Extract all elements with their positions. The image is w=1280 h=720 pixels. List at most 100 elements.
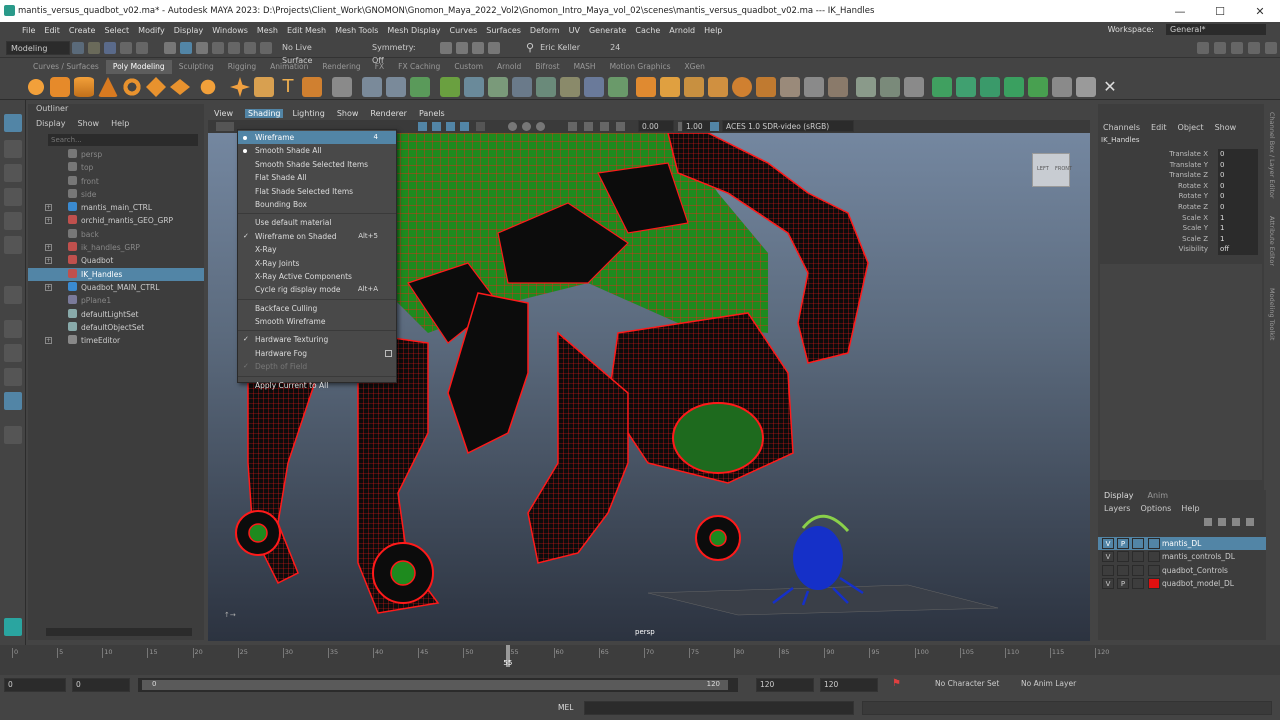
viewport-menu-lighting[interactable]: Lighting [292, 109, 324, 118]
shelf-tab-arnold[interactable]: Arnold [490, 60, 528, 74]
poly-cylinder-icon[interactable] [74, 77, 94, 97]
layer-playback-toggle[interactable]: P [1117, 578, 1129, 590]
exposure-icon[interactable] [616, 122, 625, 131]
channel-attribute-name[interactable]: Translate Z [1169, 170, 1208, 181]
character-set-dropdown[interactable]: No Character Set [932, 678, 1012, 692]
channel-attribute-value[interactable]: off [1218, 244, 1258, 255]
range-slider-handle[interactable]: 0 120 [142, 680, 728, 690]
move-layer-down-icon[interactable] [1218, 518, 1226, 526]
shelf-tab-rigging[interactable]: Rigging [221, 60, 263, 74]
poly-torus-icon[interactable] [122, 77, 142, 97]
channel-box-icon[interactable] [1265, 41, 1277, 54]
shelf-tab-custom[interactable]: Custom [447, 60, 490, 74]
shading-menu-item[interactable]: Use default material [238, 216, 396, 229]
mirror-icon[interactable] [636, 77, 656, 97]
menu-mesh-display[interactable]: Mesh Display [387, 26, 440, 35]
menu-file[interactable]: File [22, 26, 35, 35]
view-cube-left[interactable]: LEFT [1037, 166, 1049, 172]
channel-attribute-name[interactable]: Scale X [1182, 213, 1208, 224]
shading-menu-item[interactable]: Smooth Shade Selected Items [238, 158, 396, 171]
layer-type-toggle[interactable] [1132, 564, 1144, 576]
cut-uv-icon[interactable] [828, 77, 848, 97]
menu-arnold[interactable]: Arnold [669, 26, 695, 35]
menu-help[interactable]: Help [704, 26, 722, 35]
crease-tool-icon[interactable]: ✕ [1100, 77, 1120, 97]
delete-history-icon[interactable] [932, 77, 952, 97]
workspace-selector[interactable]: Workspace: General* [1108, 24, 1266, 35]
shelf-tab-fx[interactable]: FX [368, 60, 391, 74]
expand-icon[interactable]: + [45, 244, 52, 252]
channel-attribute-value[interactable]: 0 [1218, 170, 1258, 181]
poly-sphere-icon[interactable] [26, 77, 46, 97]
display-layer-row[interactable]: V Pquadbot_model_DL [1098, 577, 1266, 590]
menu-generate[interactable]: Generate [589, 26, 626, 35]
workspace-value[interactable]: General* [1166, 24, 1266, 35]
shelf-tab-curves[interactable]: Curves / Surfaces [26, 60, 106, 74]
shading-menu-item[interactable]: X-Ray Active Components [238, 270, 396, 283]
channel-attribute[interactable]: Translate Z 0 [1098, 170, 1264, 181]
symmetry-dropdown[interactable]: Symmetry: Off [368, 40, 430, 65]
rotate-tool-icon[interactable] [4, 212, 22, 230]
outliner-item[interactable]: + ik_handles_GRP [28, 241, 204, 254]
combine-icon[interactable] [332, 77, 352, 97]
shelf-tab-xgen[interactable]: XGen [678, 60, 712, 74]
show-manipulator-icon[interactable] [4, 286, 22, 304]
layer-type-toggle[interactable] [1132, 578, 1144, 590]
layer-playback-toggle[interactable]: P [1117, 538, 1129, 549]
use-lights-icon[interactable] [460, 122, 469, 131]
xray-joints-icon[interactable] [600, 122, 609, 131]
undo-icon[interactable] [120, 41, 132, 54]
channel-attribute[interactable]: Translate Y 0 [1098, 159, 1264, 171]
poly-text-icon[interactable]: T [278, 77, 298, 97]
outliner-item[interactable]: IK_Handles [28, 267, 204, 281]
channelbox-menu-object[interactable]: Object [1178, 123, 1204, 132]
scene-end-field[interactable]: 120 [820, 678, 878, 692]
channel-attribute-value[interactable]: 1 [1218, 212, 1258, 224]
spherical-map-icon[interactable] [732, 77, 752, 97]
menu-mesh[interactable]: Mesh [257, 26, 278, 35]
move-tool-icon[interactable] [4, 188, 22, 206]
layer-menu-layers[interactable]: Layers [1104, 502, 1130, 516]
menu-deform[interactable]: Deform [530, 26, 560, 35]
reduce-icon[interactable] [1028, 77, 1048, 97]
unfold-icon[interactable] [780, 77, 800, 97]
range-slider-track[interactable]: 0 120 [138, 678, 738, 692]
auto-key-icon[interactable]: ⚑ [892, 678, 901, 689]
channel-attribute-name[interactable]: Rotate X [1178, 181, 1208, 192]
ambient-occlusion-icon[interactable] [508, 122, 517, 131]
channel-attribute[interactable]: Scale Z 1 [1098, 233, 1264, 245]
layer-menu-help[interactable]: Help [1181, 502, 1199, 516]
transfer-attributes-icon[interactable] [1052, 77, 1072, 97]
command-input[interactable] [584, 701, 854, 715]
append-poly-icon[interactable] [536, 77, 556, 97]
playback-end-field[interactable]: 120 [756, 678, 814, 692]
channel-attribute-value[interactable]: 0 [1218, 159, 1258, 171]
snap-view-icon[interactable] [260, 41, 272, 54]
select-components-icon[interactable] [196, 41, 208, 54]
layer-visibility-toggle[interactable]: V [1102, 551, 1114, 563]
shading-menu-item[interactable]: Backface Culling [238, 302, 396, 315]
quadrangulate-icon[interactable] [1004, 77, 1024, 97]
channel-attribute[interactable]: Rotate Z 0 [1098, 201, 1264, 213]
outliner-item[interactable]: + mantis_main_CTRL [28, 201, 204, 214]
snap-grid-icon[interactable] [212, 41, 224, 54]
channelbox-menu-show[interactable]: Show [1215, 123, 1237, 132]
wireframe-shaded-icon[interactable] [418, 122, 427, 131]
viewport-menu-view[interactable]: View [214, 109, 233, 118]
layout-icon[interactable] [804, 77, 824, 97]
expand-icon[interactable]: + [45, 217, 52, 225]
expand-icon[interactable]: + [45, 204, 52, 212]
layout-four-icon[interactable] [4, 344, 22, 362]
menu-windows[interactable]: Windows [212, 26, 248, 35]
layout-side-icon[interactable] [4, 368, 22, 386]
shading-menu-item[interactable]: Bounding Box [238, 198, 396, 211]
exposure-field[interactable]: 0.00 [638, 120, 674, 132]
center-pivot-icon[interactable] [880, 77, 900, 97]
channel-attribute-value[interactable]: 0 [1218, 180, 1258, 192]
display-layer-row[interactable]: quadbot_Controls [1098, 564, 1266, 577]
zoom-search-icon[interactable] [4, 426, 22, 444]
edit-edge-flow-icon[interactable] [1076, 77, 1096, 97]
auto-map-icon[interactable] [708, 77, 728, 97]
channel-attribute-name[interactable]: Translate X [1169, 149, 1208, 160]
layer-color-swatch[interactable] [1148, 578, 1160, 590]
